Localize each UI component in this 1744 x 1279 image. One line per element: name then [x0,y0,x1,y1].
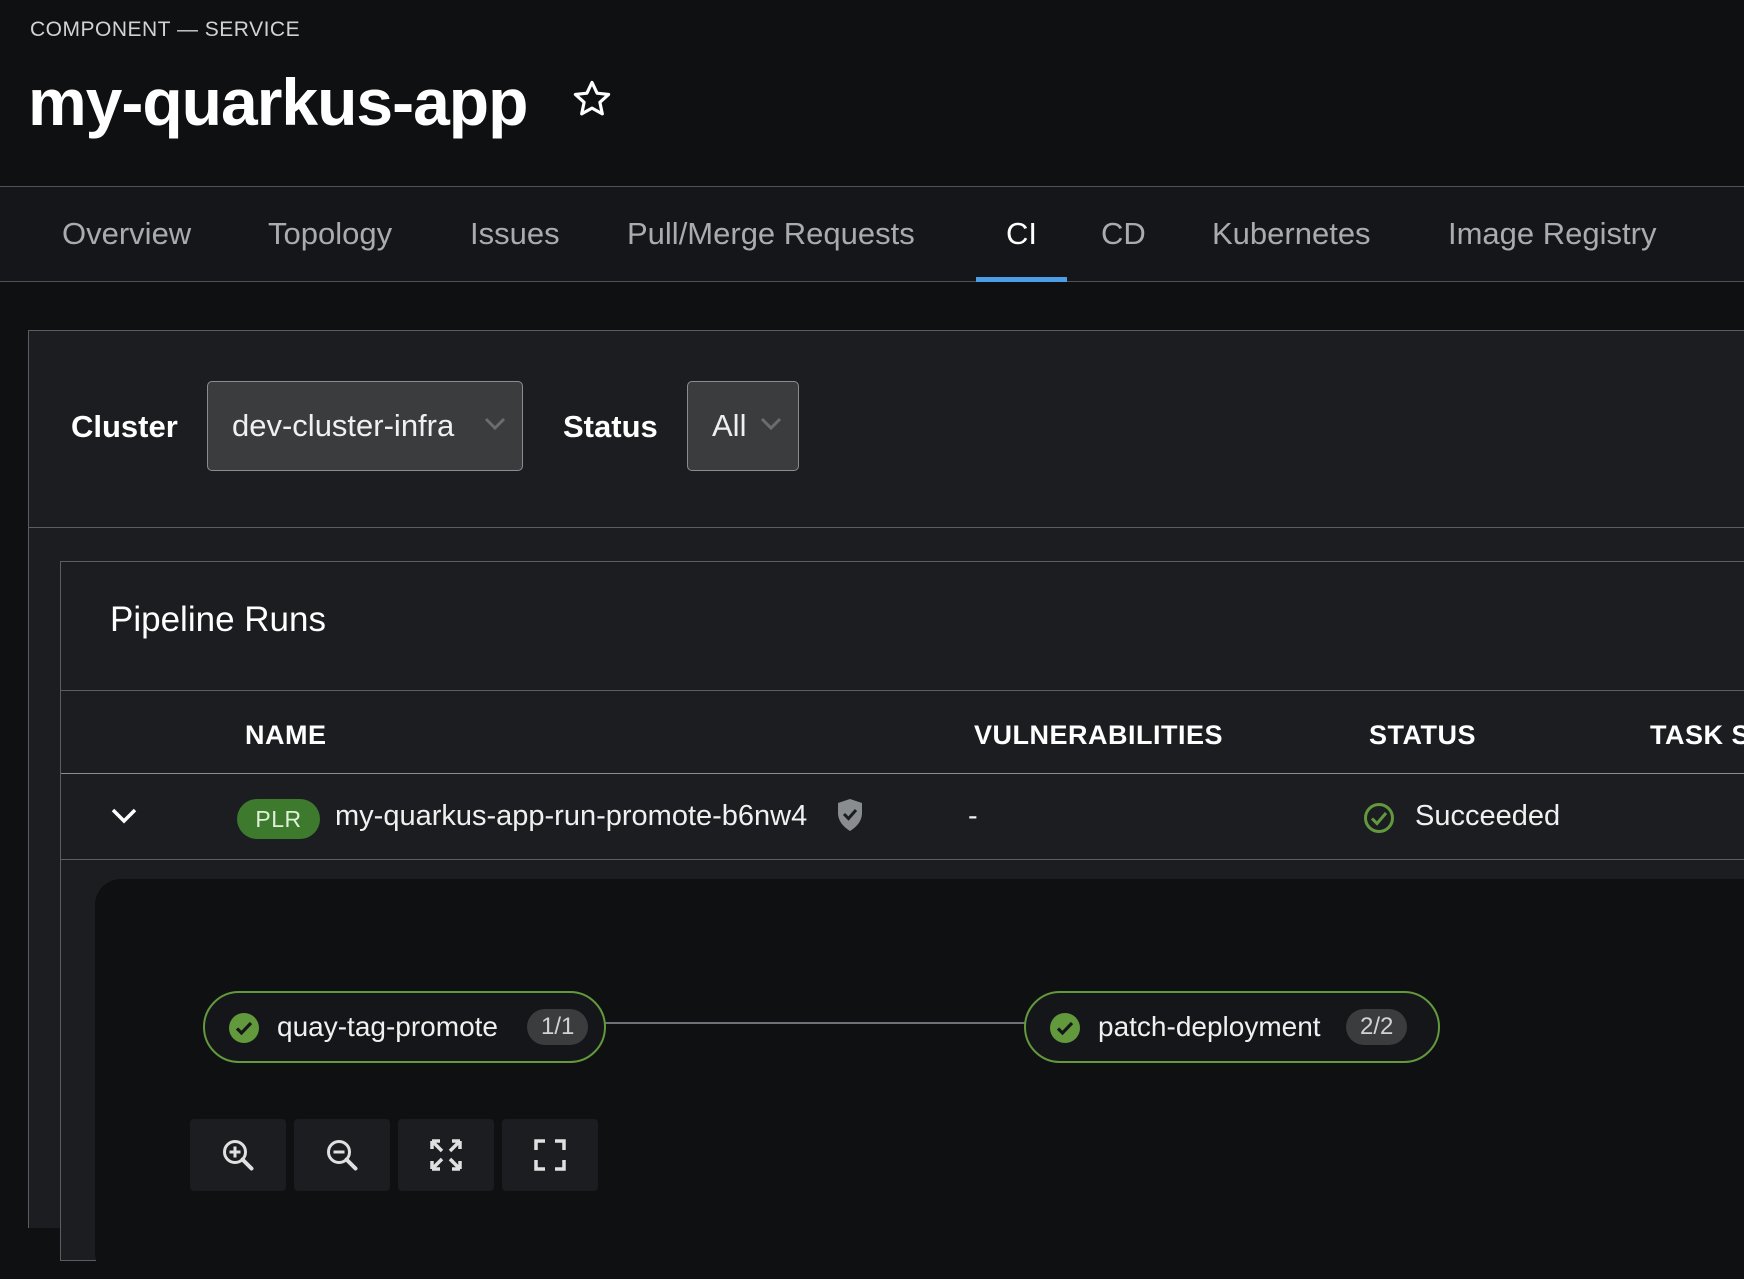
tab-pull-merge-requests[interactable]: Pull/Merge Requests [627,187,915,281]
component-kind: COMPONENT — SERVICE [30,18,301,41]
task-name: quay-tag-promote [277,1011,499,1042]
tab-cd[interactable]: CD [1101,187,1146,281]
fullscreen-icon [534,1139,566,1171]
cluster-select[interactable]: dev-cluster-infra [207,381,523,471]
pipeline-task-node[interactable]: patch-deployment 2/2 [1024,991,1440,1063]
fit-to-screen-icon [430,1139,462,1171]
zoom-in-icon [223,1140,254,1171]
favorite-star-icon[interactable] [571,78,613,120]
filter-toolbar: Cluster dev-cluster-infra Status All [28,330,1744,528]
pipeline-runs-title: Pipeline Runs [110,600,326,639]
tab-ci[interactable]: CI [976,187,1067,282]
cluster-select-value: dev-cluster-infra [232,408,455,443]
check-circle-icon [1050,1013,1080,1043]
tab-bar: Overview Topology Issues Pull/Merge Requ… [0,186,1744,282]
check-circle-icon [1364,803,1394,833]
status-select[interactable]: All [687,381,799,471]
column-task-status[interactable]: TASK S [1650,720,1744,751]
zoom-out-button[interactable] [294,1119,390,1191]
zoom-in-button[interactable] [190,1119,286,1191]
chevron-down-icon[interactable] [110,805,138,827]
status-value: Succeeded [1415,800,1561,832]
task-count-badge: 2/2 [1346,1009,1408,1045]
column-vulnerabilities[interactable]: VULNERABILITIES [974,720,1223,751]
fullscreen-button[interactable] [502,1119,598,1191]
task-count-badge: 1/1 [527,1009,589,1045]
zoom-out-icon [327,1140,358,1171]
check-circle-icon [229,1013,259,1043]
tab-issues[interactable]: Issues [470,187,560,281]
graph-edge [605,1022,1025,1024]
column-status[interactable]: STATUS [1369,720,1476,751]
shield-check-icon [838,799,862,831]
tab-overview[interactable]: Overview [62,187,191,281]
pipeline-run-name[interactable]: my-quarkus-app-run-promote-b6nw4 [335,800,807,833]
tab-topology[interactable]: Topology [268,187,392,281]
status-label: Status [563,409,658,444]
column-name[interactable]: NAME [245,720,327,751]
plr-badge: PLR [237,799,320,839]
pipeline-graph [95,879,1744,1279]
vulnerabilities-value: - [968,800,978,832]
cluster-label: Cluster [71,409,178,444]
tab-kubernetes[interactable]: Kubernetes [1212,187,1371,281]
page-title: my-quarkus-app [28,65,528,139]
chevron-down-icon [760,417,782,431]
task-name: patch-deployment [1098,1011,1321,1042]
pipeline-task-node[interactable]: quay-tag-promote 1/1 [203,991,606,1063]
fit-to-screen-button[interactable] [398,1119,494,1191]
chevron-down-icon [484,417,506,431]
tab-image-registry[interactable]: Image Registry [1448,187,1656,281]
status-select-value: All [712,408,747,443]
